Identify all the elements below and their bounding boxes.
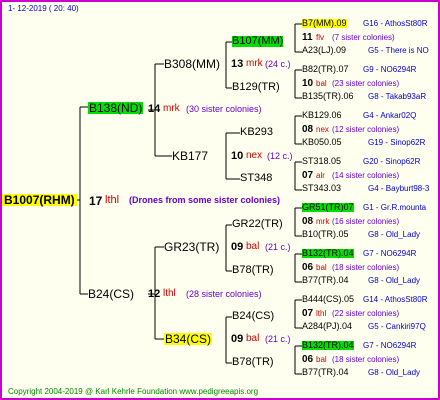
g5-top-queen-8: B132(TR).04	[302, 340, 354, 350]
g5-number-6: 06	[302, 262, 314, 273]
mother-line-code: mrk	[163, 103, 180, 114]
g5-code-3: nex	[316, 125, 329, 134]
g4-node-4: ST348	[240, 172, 273, 184]
root-line-code: lthl	[105, 194, 120, 206]
g5-top-origin-6: G7 - NO6294R	[363, 249, 417, 258]
g5-code-2: bal	[316, 79, 327, 88]
g5-sisters-2: (23 sister colonies)	[332, 79, 400, 88]
g5-sisters-4: (14 sister colonies)	[332, 171, 400, 180]
g5-bottom-queen-5: B10(TR).05	[302, 229, 349, 239]
g5-bottom-queen-3: KB050.05	[302, 137, 342, 147]
g5-top-queen-7: B444(CS).05	[302, 294, 355, 304]
mm-sisters: (24 c.)	[265, 59, 291, 69]
mf-number: 10	[231, 150, 244, 162]
ff-code: bal	[246, 333, 260, 344]
g4-node-1: B107(MM)	[232, 35, 284, 47]
mother-generation-number: 14	[148, 103, 161, 115]
mf-code: nex	[246, 150, 263, 161]
g5-sisters-7: (22 sister colonies)	[332, 309, 400, 318]
g5-number-7: 07	[302, 308, 314, 319]
g5-top-origin-3: G4 - Ankar02Q	[363, 111, 417, 120]
father-sister-colonies: (28 sister colonies)	[186, 289, 262, 299]
g5-code-8: bal	[316, 355, 327, 364]
g5-number-4: 07	[302, 170, 314, 181]
g5-bottom-origin-6: G8 - Old_Lady	[368, 276, 421, 285]
g5-code-4: alr	[316, 171, 325, 180]
g4-node-5: GR22(TR)	[232, 218, 283, 230]
footer-copyright: Copyright 2004-2019 @ Karl Kehrle Founda…	[8, 387, 259, 396]
g5-bottom-queen-1: A23(LJ).09	[302, 45, 347, 55]
g5-bottom-queen-8: B77(TR).04	[302, 367, 349, 377]
root-drone-note: (Drones from some sister colonies)	[129, 195, 281, 205]
g5-bottom-queen-7: A284(PJ).04	[302, 321, 353, 331]
g5-sisters-3: (12 sister colonies)	[332, 125, 400, 134]
g5-number-1: 11	[302, 32, 313, 43]
g5-code-5: mrk	[316, 217, 330, 226]
g5-number-3: 08	[302, 124, 314, 135]
root-generation-number: 17	[89, 194, 103, 208]
g5-top-origin-1: G16 - AthosSt80R	[363, 19, 428, 28]
g5-sisters-5: (16 sister colonies)	[332, 217, 400, 226]
g5-top-origin-5: G1 - Gr.R.mounta	[363, 203, 427, 212]
fm-name: GR23(TR)	[164, 240, 220, 254]
g4-node-8: B78(TR)	[232, 356, 274, 368]
pedigree-frame: 1- 12-2019 ( 20: 40) B1007(RHM) 17 lthl …	[0, 0, 440, 400]
ff-sisters: (21 c.)	[265, 334, 291, 344]
g5-bottom-origin-2: G8 - Takab93aR	[368, 92, 427, 101]
queen-root-name: B1007(RHM)	[2, 193, 77, 207]
mm-name: B308(MM)	[164, 57, 221, 71]
g5-bottom-origin-1: G5 - There is NO	[368, 46, 429, 55]
ff-number: 09	[231, 333, 244, 345]
g5-bottom-origin-7: G5 - Cankiri97Q	[368, 322, 426, 331]
g5-top-queen-3: KB129.06	[302, 110, 342, 120]
fm-code: bal	[246, 241, 260, 252]
g5-bottom-queen-6: B77(TR).04	[302, 275, 349, 285]
mm-code: mrk	[246, 58, 263, 69]
g5-top-queen-2: B82(TR).07	[302, 64, 349, 74]
g4-node-2: B129(TR)	[232, 81, 280, 93]
queen-father-name: B24(CS)	[88, 287, 135, 301]
queen-mother-name: B138(ND)	[88, 101, 144, 115]
g5-bottom-origin-5: G8 - Old_Lady	[368, 230, 421, 239]
g4-node-7: B24(CS)	[232, 310, 275, 322]
g5-top-queen-6: B132(TR).04	[302, 248, 354, 258]
g4-node-6: B78(TR)	[232, 264, 274, 276]
g5-top-queen-4: ST318.05	[302, 156, 342, 166]
g5-number-2: 10	[302, 78, 314, 89]
g5-bottom-origin-4: G4 - Bayburt98-3	[368, 184, 430, 193]
g5-top-origin-4: G20 - Sinop62R	[363, 157, 421, 166]
g4-node-3: KB293	[240, 126, 274, 138]
print-date: 1- 12-2019 ( 20: 40)	[8, 4, 79, 13]
g5-code-7: lthl	[316, 309, 327, 318]
fm-number: 09	[231, 241, 244, 253]
mf-sisters: (12 c.)	[267, 151, 293, 161]
g5-bottom-origin-3: G19 - Sinop62R	[368, 138, 426, 147]
g5-top-queen-1: B7(MM).09	[302, 18, 347, 28]
g5-bottom-origin-8: G8 - Old_Lady	[368, 368, 421, 377]
g5-top-queen-5: GR51(TR)07	[302, 202, 354, 212]
mf-name: KB177	[172, 149, 209, 163]
g5-code-1: flv	[316, 33, 324, 42]
g5-bottom-queen-4: ST343.03	[302, 183, 342, 193]
g5-sisters-6: (18 sister colonies)	[332, 263, 400, 272]
ff-name: B34(CS)	[164, 332, 213, 346]
father-line-code: lthl	[163, 288, 176, 299]
g5-sisters-8: (18 sister colonies)	[332, 355, 400, 364]
g5-top-origin-2: G9 - NO6294R	[363, 65, 417, 74]
fm-sisters: (21 c.)	[265, 242, 291, 252]
g5-top-origin-7: G14 - AthosSt80R	[363, 295, 428, 304]
g5-code-6: bal	[316, 263, 327, 272]
g5-number-5: 08	[302, 216, 314, 227]
mm-number: 13	[231, 58, 244, 70]
g5-top-origin-8: G7 - NO6294R	[363, 341, 417, 350]
g5-number-8: 06	[302, 354, 314, 365]
mother-sister-colonies: (30 sister colonies)	[186, 104, 262, 114]
father-generation-number: 12	[148, 288, 161, 300]
g5-bottom-queen-2: B135(TR).06	[302, 91, 354, 101]
g5-sisters-1: (7 sister colonies)	[332, 33, 395, 42]
